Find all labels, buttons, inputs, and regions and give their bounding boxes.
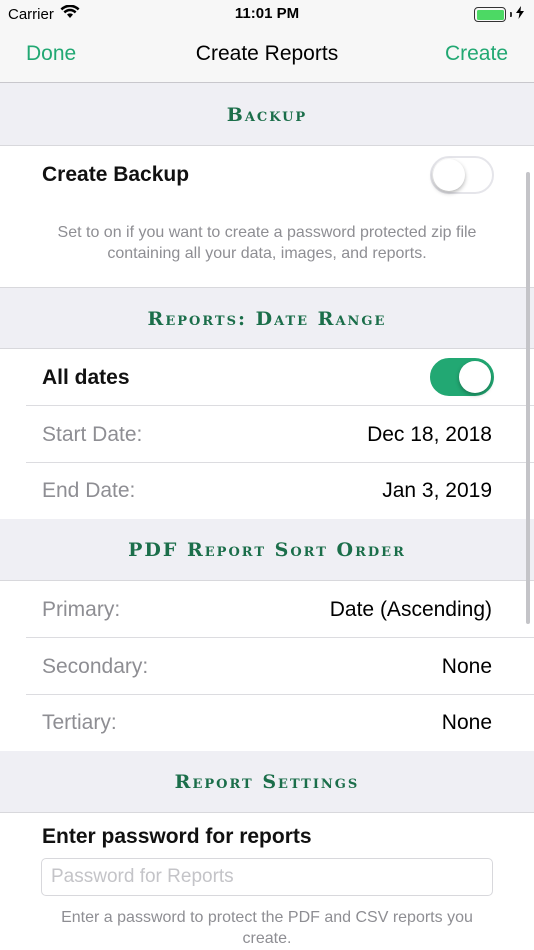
primary-sort-value: Date (Ascending) xyxy=(329,598,492,621)
password-input[interactable] xyxy=(41,858,493,896)
section-header-report-settings: Report Settings xyxy=(0,751,534,813)
end-date-row[interactable]: End Date: Jan 3, 2019 xyxy=(0,462,534,519)
sort-order-group: Primary: Date (Ascending) Secondary: Non… xyxy=(0,581,534,751)
battery-cap xyxy=(510,12,512,17)
secondary-sort-label: Secondary: xyxy=(42,655,149,678)
start-date-label: Start Date: xyxy=(42,423,143,446)
primary-sort-label: Primary: xyxy=(42,598,121,621)
start-date-row[interactable]: Start Date: Dec 18, 2018 xyxy=(0,406,534,463)
all-dates-row: All dates xyxy=(0,349,534,406)
toggle-knob xyxy=(433,159,465,191)
date-range-group: All dates Start Date: Dec 18, 2018 End D… xyxy=(0,349,534,519)
battery-icon xyxy=(474,7,506,22)
section-header-sort-order: PDF Report Sort Order xyxy=(0,519,534,581)
secondary-sort-value: None xyxy=(441,655,492,678)
secondary-sort-row[interactable]: Secondary: None xyxy=(0,638,534,695)
navigation-bar: Done Create Reports Create xyxy=(0,28,534,83)
backup-group: Create Backup Set to on if you want to c… xyxy=(0,146,534,287)
settings-list[interactable]: Backup Create Backup Set to on if you wa… xyxy=(0,84,534,950)
primary-sort-row[interactable]: Primary: Date (Ascending) xyxy=(0,581,534,638)
password-label: Enter password for reports xyxy=(42,825,312,848)
create-button[interactable]: Create xyxy=(445,42,508,66)
all-dates-label: All dates xyxy=(42,366,130,389)
scrollbar[interactable] xyxy=(526,172,530,624)
create-backup-row: Create Backup xyxy=(0,146,534,203)
battery-level xyxy=(476,9,504,20)
section-header-backup: Backup xyxy=(0,84,534,146)
status-bar: Carrier 11:01 PM xyxy=(0,0,534,28)
end-date-label: End Date: xyxy=(42,479,136,502)
tertiary-sort-row[interactable]: Tertiary: None xyxy=(0,694,534,751)
password-footnote: Enter a password to protect the PDF and … xyxy=(61,909,473,947)
charging-icon xyxy=(516,6,524,23)
status-time: 11:01 PM xyxy=(234,5,300,22)
start-date-value: Dec 18, 2018 xyxy=(367,423,492,446)
create-backup-label: Create Backup xyxy=(42,163,190,186)
end-date-value: Jan 3, 2019 xyxy=(382,479,492,502)
all-dates-toggle[interactable] xyxy=(430,358,494,396)
report-settings-group: Enter password for reports Enter a passw… xyxy=(0,813,534,950)
tertiary-sort-label: Tertiary: xyxy=(42,711,117,734)
section-header-date-range: Reports: Date Range xyxy=(0,287,534,349)
status-right xyxy=(474,6,524,23)
tertiary-sort-value: None xyxy=(441,711,492,734)
backup-footnote: Set to on if you want to create a passwo… xyxy=(57,224,477,262)
toggle-knob xyxy=(459,361,491,393)
create-backup-toggle[interactable] xyxy=(430,156,494,194)
